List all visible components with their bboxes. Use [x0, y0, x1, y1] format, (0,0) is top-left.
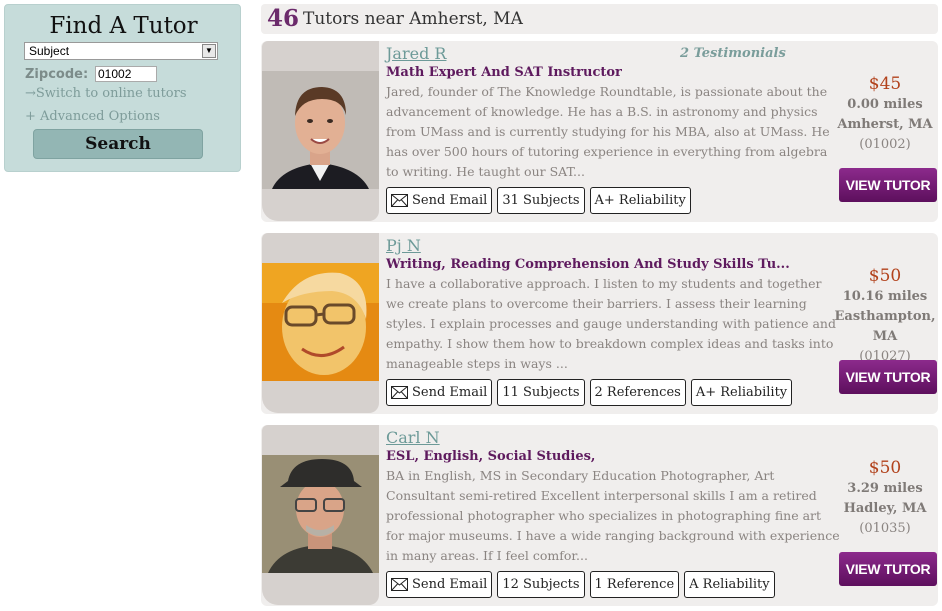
- subjects-badge[interactable]: 31 Subjects: [497, 187, 585, 214]
- tutor-headline: Math Expert And SAT Instructor: [386, 65, 622, 80]
- tutor-bio: BA in English, MS in Secondary Education…: [386, 468, 840, 563]
- zipcode-input[interactable]: 01002: [95, 66, 157, 82]
- search-title: Find A Tutor: [49, 13, 198, 39]
- chevron-down-icon[interactable]: ▼: [202, 44, 216, 58]
- reliability-badge[interactable]: A Reliability: [684, 571, 775, 598]
- testimonials-link[interactable]: 2 Testimonials: [680, 46, 786, 61]
- search-panel: Find A Tutor Subject ▼ Zipcode: 01002 →S…: [4, 4, 241, 172]
- tutor-card: Jared R 2 Testimonials Math Expert And S…: [261, 41, 938, 222]
- send-email-button[interactable]: Send Email: [386, 571, 493, 598]
- tutor-headline: Writing, Reading Comprehension And Study…: [386, 257, 790, 272]
- location: Easthampton, MA: [834, 309, 936, 344]
- send-email-button[interactable]: Send Email: [386, 379, 493, 406]
- subject-select[interactable]: Subject ▼: [24, 42, 218, 60]
- distance: 10.16 miles: [842, 289, 928, 304]
- tutor-photo[interactable]: [262, 263, 379, 381]
- view-tutor-button[interactable]: VIEW TUTOR: [839, 360, 937, 394]
- tutor-bio: Jared, founder of The Knowledge Roundtab…: [386, 84, 830, 179]
- distance: 0.00 miles: [847, 97, 923, 112]
- results-count: 46: [267, 5, 300, 32]
- view-tutor-button[interactable]: VIEW TUTOR: [839, 552, 937, 586]
- switch-online-link[interactable]: →Switch to online tutors: [25, 86, 187, 101]
- tutor-name-link[interactable]: Jared R: [386, 44, 446, 63]
- price-column: $50 3.29 miles Hadley, MA (01035): [831, 457, 939, 539]
- envelope-icon: [391, 578, 408, 591]
- reliability-badge[interactable]: A+ Reliability: [589, 187, 691, 214]
- subject-select-value: Subject: [29, 44, 70, 58]
- tutor-card: Pj N Writing, Reading Comprehension And …: [261, 233, 938, 414]
- send-email-label: Send Email: [412, 193, 488, 208]
- view-tutor-button[interactable]: VIEW TUTOR: [839, 168, 937, 202]
- zipcode: (01035): [859, 521, 911, 536]
- tutor-photo[interactable]: [262, 71, 379, 189]
- tutor-card: Carl N ESL, English, Social Studies, BA …: [261, 425, 938, 606]
- tutor-name-link[interactable]: Carl N: [386, 428, 440, 447]
- tutor-headline: ESL, English, Social Studies,: [386, 449, 596, 464]
- envelope-icon: [391, 194, 408, 207]
- badge-row: Send Email 31 Subjects A+ Reliability: [386, 187, 691, 214]
- location: Hadley, MA: [843, 501, 927, 516]
- results-text: Tutors near Amherst, MA: [303, 9, 523, 29]
- references-badge[interactable]: 2 References: [589, 379, 686, 406]
- reliability-badge[interactable]: A+ Reliability: [690, 379, 793, 406]
- subjects-badge[interactable]: 12 Subjects: [497, 571, 585, 598]
- price-column: $50 10.16 miles Easthampton, MA (01027): [831, 265, 939, 367]
- references-badge[interactable]: 1 Reference: [589, 571, 680, 598]
- price: $50: [868, 266, 902, 286]
- subjects-badge[interactable]: 11 Subjects: [497, 379, 585, 406]
- send-email-button[interactable]: Send Email: [386, 187, 493, 214]
- advanced-options-link[interactable]: + Advanced Options: [25, 109, 160, 124]
- price: $45: [868, 74, 902, 94]
- send-email-label: Send Email: [412, 577, 488, 592]
- search-button[interactable]: Search: [33, 129, 203, 159]
- envelope-icon: [391, 386, 408, 399]
- distance: 3.29 miles: [847, 481, 923, 496]
- send-email-label: Send Email: [412, 385, 488, 400]
- zipcode-label: Zipcode:: [25, 67, 89, 82]
- price: $50: [868, 458, 902, 478]
- badge-row: Send Email 11 Subjects 2 References A+ R…: [386, 379, 793, 406]
- zipcode: (01002): [859, 137, 911, 152]
- badge-row: Send Email 12 Subjects 1 Reference A Rel…: [386, 571, 775, 598]
- results-header: 46 Tutors near Amherst, MA: [261, 4, 938, 34]
- location: Amherst, MA: [837, 117, 933, 132]
- tutor-photo[interactable]: [262, 455, 379, 573]
- tutor-name-link[interactable]: Pj N: [386, 236, 421, 255]
- tutor-bio: I have a collaborative approach. I liste…: [386, 276, 836, 371]
- price-column: $45 0.00 miles Amherst, MA (01002): [831, 73, 939, 155]
